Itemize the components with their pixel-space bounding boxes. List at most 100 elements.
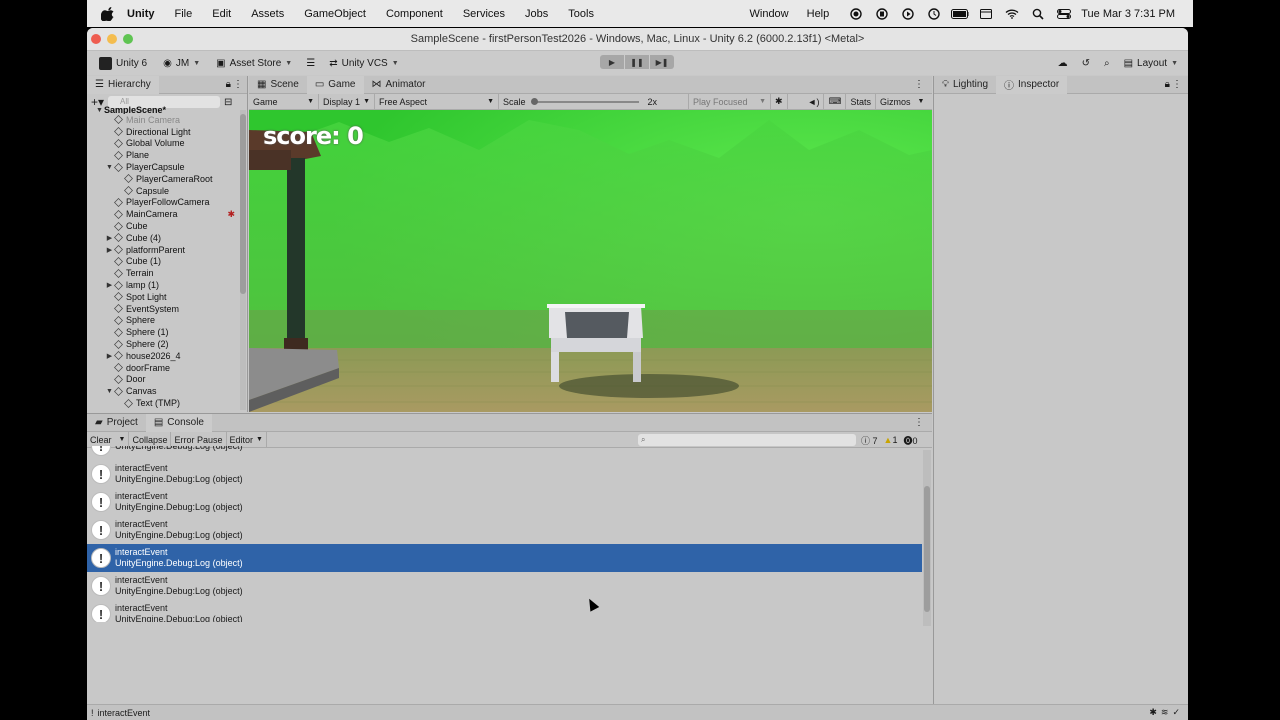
unity-vcs-dropdown[interactable]: ⇄ Unity VCS ▼ <box>329 58 398 69</box>
hierarchy-item[interactable]: Sphere <box>87 315 239 327</box>
lock-icon[interactable]: 🔒︎ <box>1165 79 1170 90</box>
menu-edit[interactable]: Edit <box>212 8 231 20</box>
bug-toggle[interactable]: ✱ <box>771 93 788 110</box>
aspect-dropdown[interactable]: Free Aspect ▼ <box>375 93 499 110</box>
mute-toggle[interactable]: ◄) <box>804 93 825 110</box>
console-log-entry[interactable]: ! interactEvent UnityEngine.Debug:Log (obj… <box>87 488 922 516</box>
spotlight-search-icon[interactable] <box>1029 7 1047 21</box>
hierarchy-item[interactable]: MainCamera ✱ <box>87 208 239 220</box>
package-icon-button[interactable]: ☰ <box>306 58 315 69</box>
scale-handle[interactable] <box>530 97 538 105</box>
console-search-input[interactable]: ⌕ <box>638 434 856 446</box>
hierarchy-item[interactable]: ▶ Cube (4) <box>87 232 239 244</box>
time-machine-icon[interactable] <box>925 7 943 21</box>
hierarchy-item[interactable]: ▼ PlayerCapsule <box>87 161 239 173</box>
menubar-clock[interactable]: Tue Mar 3 7:31 PM <box>1081 8 1175 20</box>
keyboard-toggle[interactable]: ⌨ <box>824 93 847 110</box>
hierarchy-item[interactable]: Plane <box>87 149 239 161</box>
hierarchy-item[interactable]: Terrain <box>87 267 239 279</box>
hierarchy-item[interactable]: Text (TMP) <box>87 397 239 409</box>
display-icon[interactable] <box>977 7 995 21</box>
menu-window[interactable]: Window <box>750 8 789 20</box>
log-toggle[interactable]: ⓘ 7 <box>861 434 878 447</box>
asset-store-dropdown[interactable]: ▣ Asset Store ▼ <box>216 58 292 69</box>
lock-icon[interactable]: 🔒︎ <box>226 79 231 90</box>
cloud-icon[interactable]: ☁ <box>1058 58 1068 69</box>
wifi-icon[interactable] <box>1003 7 1021 21</box>
layout-dropdown[interactable]: ▤ Layout ▼ <box>1124 58 1178 69</box>
history-icon[interactable]: ↺ <box>1082 58 1090 69</box>
menu-jobs[interactable]: Jobs <box>525 8 548 20</box>
battery-icon[interactable] <box>951 7 970 21</box>
more-options-icon[interactable]: ⋮ <box>233 79 243 90</box>
console-log-entry[interactable]: ! interactEvent UnityEngine.Debug:Log (obj… <box>87 460 922 488</box>
chevron-right-icon[interactable]: ▶ <box>105 234 114 242</box>
gizmos-dropdown[interactable]: Gizmos ▼ <box>876 94 928 110</box>
hierarchy-item[interactable]: ▼ Canvas <box>87 385 239 397</box>
hierarchy-item[interactable]: Door <box>87 374 239 386</box>
more-options-icon[interactable]: ⋮ <box>914 79 924 90</box>
hierarchy-item[interactable]: Directional Light <box>87 126 239 138</box>
tab-project[interactable]: ▰ Project <box>87 414 146 432</box>
game-viewport[interactable]: score: 0 <box>249 110 932 412</box>
scrollbar-thumb[interactable] <box>240 114 246 294</box>
unity-version-button[interactable]: Unity 6 <box>93 56 147 70</box>
hierarchy-item[interactable]: ▶ house2026_4 <box>87 350 239 362</box>
scrollbar-thumb[interactable] <box>924 486 930 612</box>
hierarchy-item[interactable]: Cube (1) <box>87 256 239 268</box>
menu-app-unity[interactable]: Unity <box>127 8 155 20</box>
chevron-right-icon[interactable]: ▶ <box>105 352 114 360</box>
status-bug-icon[interactable]: ✱ <box>1149 707 1157 718</box>
status-layers-icon[interactable]: ≋ <box>1161 707 1169 718</box>
console-log-entry[interactable]: ! interactEvent UnityEngine.Debug:Log (obj… <box>87 516 922 544</box>
tab-scene[interactable]: ▦ Scene <box>249 76 307 94</box>
tab-animator[interactable]: ⋈ Animator <box>364 76 434 94</box>
hierarchy-item[interactable]: PlayerFollowCamera <box>87 197 239 209</box>
tab-hierarchy[interactable]: ☰ Hierarchy <box>87 76 159 94</box>
tab-lighting[interactable]: 💡︎ Lighting <box>934 76 996 94</box>
play-focused-dropdown[interactable]: Play Focused ▼ <box>689 93 771 110</box>
more-options-icon[interactable]: ⋮ <box>914 417 924 428</box>
hierarchy-item[interactable]: ▶ lamp (1) <box>87 279 239 291</box>
more-options-icon[interactable]: ⋮ <box>1172 79 1182 90</box>
menu-tools[interactable]: Tools <box>568 8 594 20</box>
hierarchy-item[interactable]: Sphere (2) <box>87 338 239 350</box>
hierarchy-item[interactable]: Main Camera <box>87 114 239 126</box>
step-button[interactable]: ▶❚ <box>650 55 674 69</box>
scene-root[interactable]: ▼ SampleScene* <box>87 106 239 114</box>
tab-console[interactable]: ▤ Console <box>145 413 212 432</box>
hierarchy-item[interactable]: Cube <box>87 220 239 232</box>
display-dropdown[interactable]: Display 1 ▼ <box>319 93 375 110</box>
menu-help[interactable]: Help <box>807 8 830 20</box>
console-log-entry[interactable]: ! interactEvent UnityEngine.Debug:Log (obj… <box>87 544 922 572</box>
hierarchy-item[interactable]: ▶ platformParent <box>87 244 239 256</box>
error-toggle[interactable]: ⓿0 <box>903 434 917 447</box>
game-mode-dropdown[interactable]: Game ▼ <box>249 93 319 110</box>
hierarchy-item[interactable]: Sphere (1) <box>87 326 239 338</box>
hierarchy-scrollbar[interactable] <box>240 110 246 410</box>
play-button[interactable]: ▶ <box>600 55 624 69</box>
console-log-entry[interactable]: ! interactEvent UnityEngine.Debug:Log (obj… <box>87 572 922 600</box>
menu-component[interactable]: Component <box>386 8 443 20</box>
menu-file[interactable]: File <box>175 8 193 20</box>
status-message[interactable]: interactEvent <box>98 708 151 718</box>
warning-toggle[interactable]: ▲1 <box>884 435 898 445</box>
menu-services[interactable]: Services <box>463 8 505 20</box>
tab-inspector[interactable]: ⓘ Inspector <box>996 75 1068 94</box>
app-circle-icon[interactable] <box>873 7 891 21</box>
account-dropdown[interactable]: ◉ JM ▼ <box>163 58 200 69</box>
hierarchy-item[interactable]: Capsule <box>87 185 239 197</box>
search-icon[interactable]: ⌕ <box>1104 58 1110 69</box>
apple-icon[interactable] <box>101 6 115 21</box>
hierarchy-item[interactable]: Spot Light <box>87 291 239 303</box>
media-play-icon[interactable] <box>899 7 917 21</box>
status-check-icon[interactable]: ✓ <box>1172 707 1180 718</box>
hierarchy-item[interactable]: EventSystem <box>87 303 239 315</box>
pause-button[interactable]: ❚❚ <box>625 55 649 69</box>
record-icon[interactable] <box>847 7 865 21</box>
hierarchy-item[interactable]: doorFrame <box>87 362 239 374</box>
scale-track[interactable] <box>530 97 639 105</box>
hierarchy-item[interactable]: Global Volume <box>87 138 239 150</box>
console-log-entry[interactable]: ! interactEvent UnityEngine.Debug:Log (obj… <box>87 600 922 622</box>
console-log-entry[interactable]: ! UnityEngine.Debug:Log (object) <box>87 446 922 460</box>
